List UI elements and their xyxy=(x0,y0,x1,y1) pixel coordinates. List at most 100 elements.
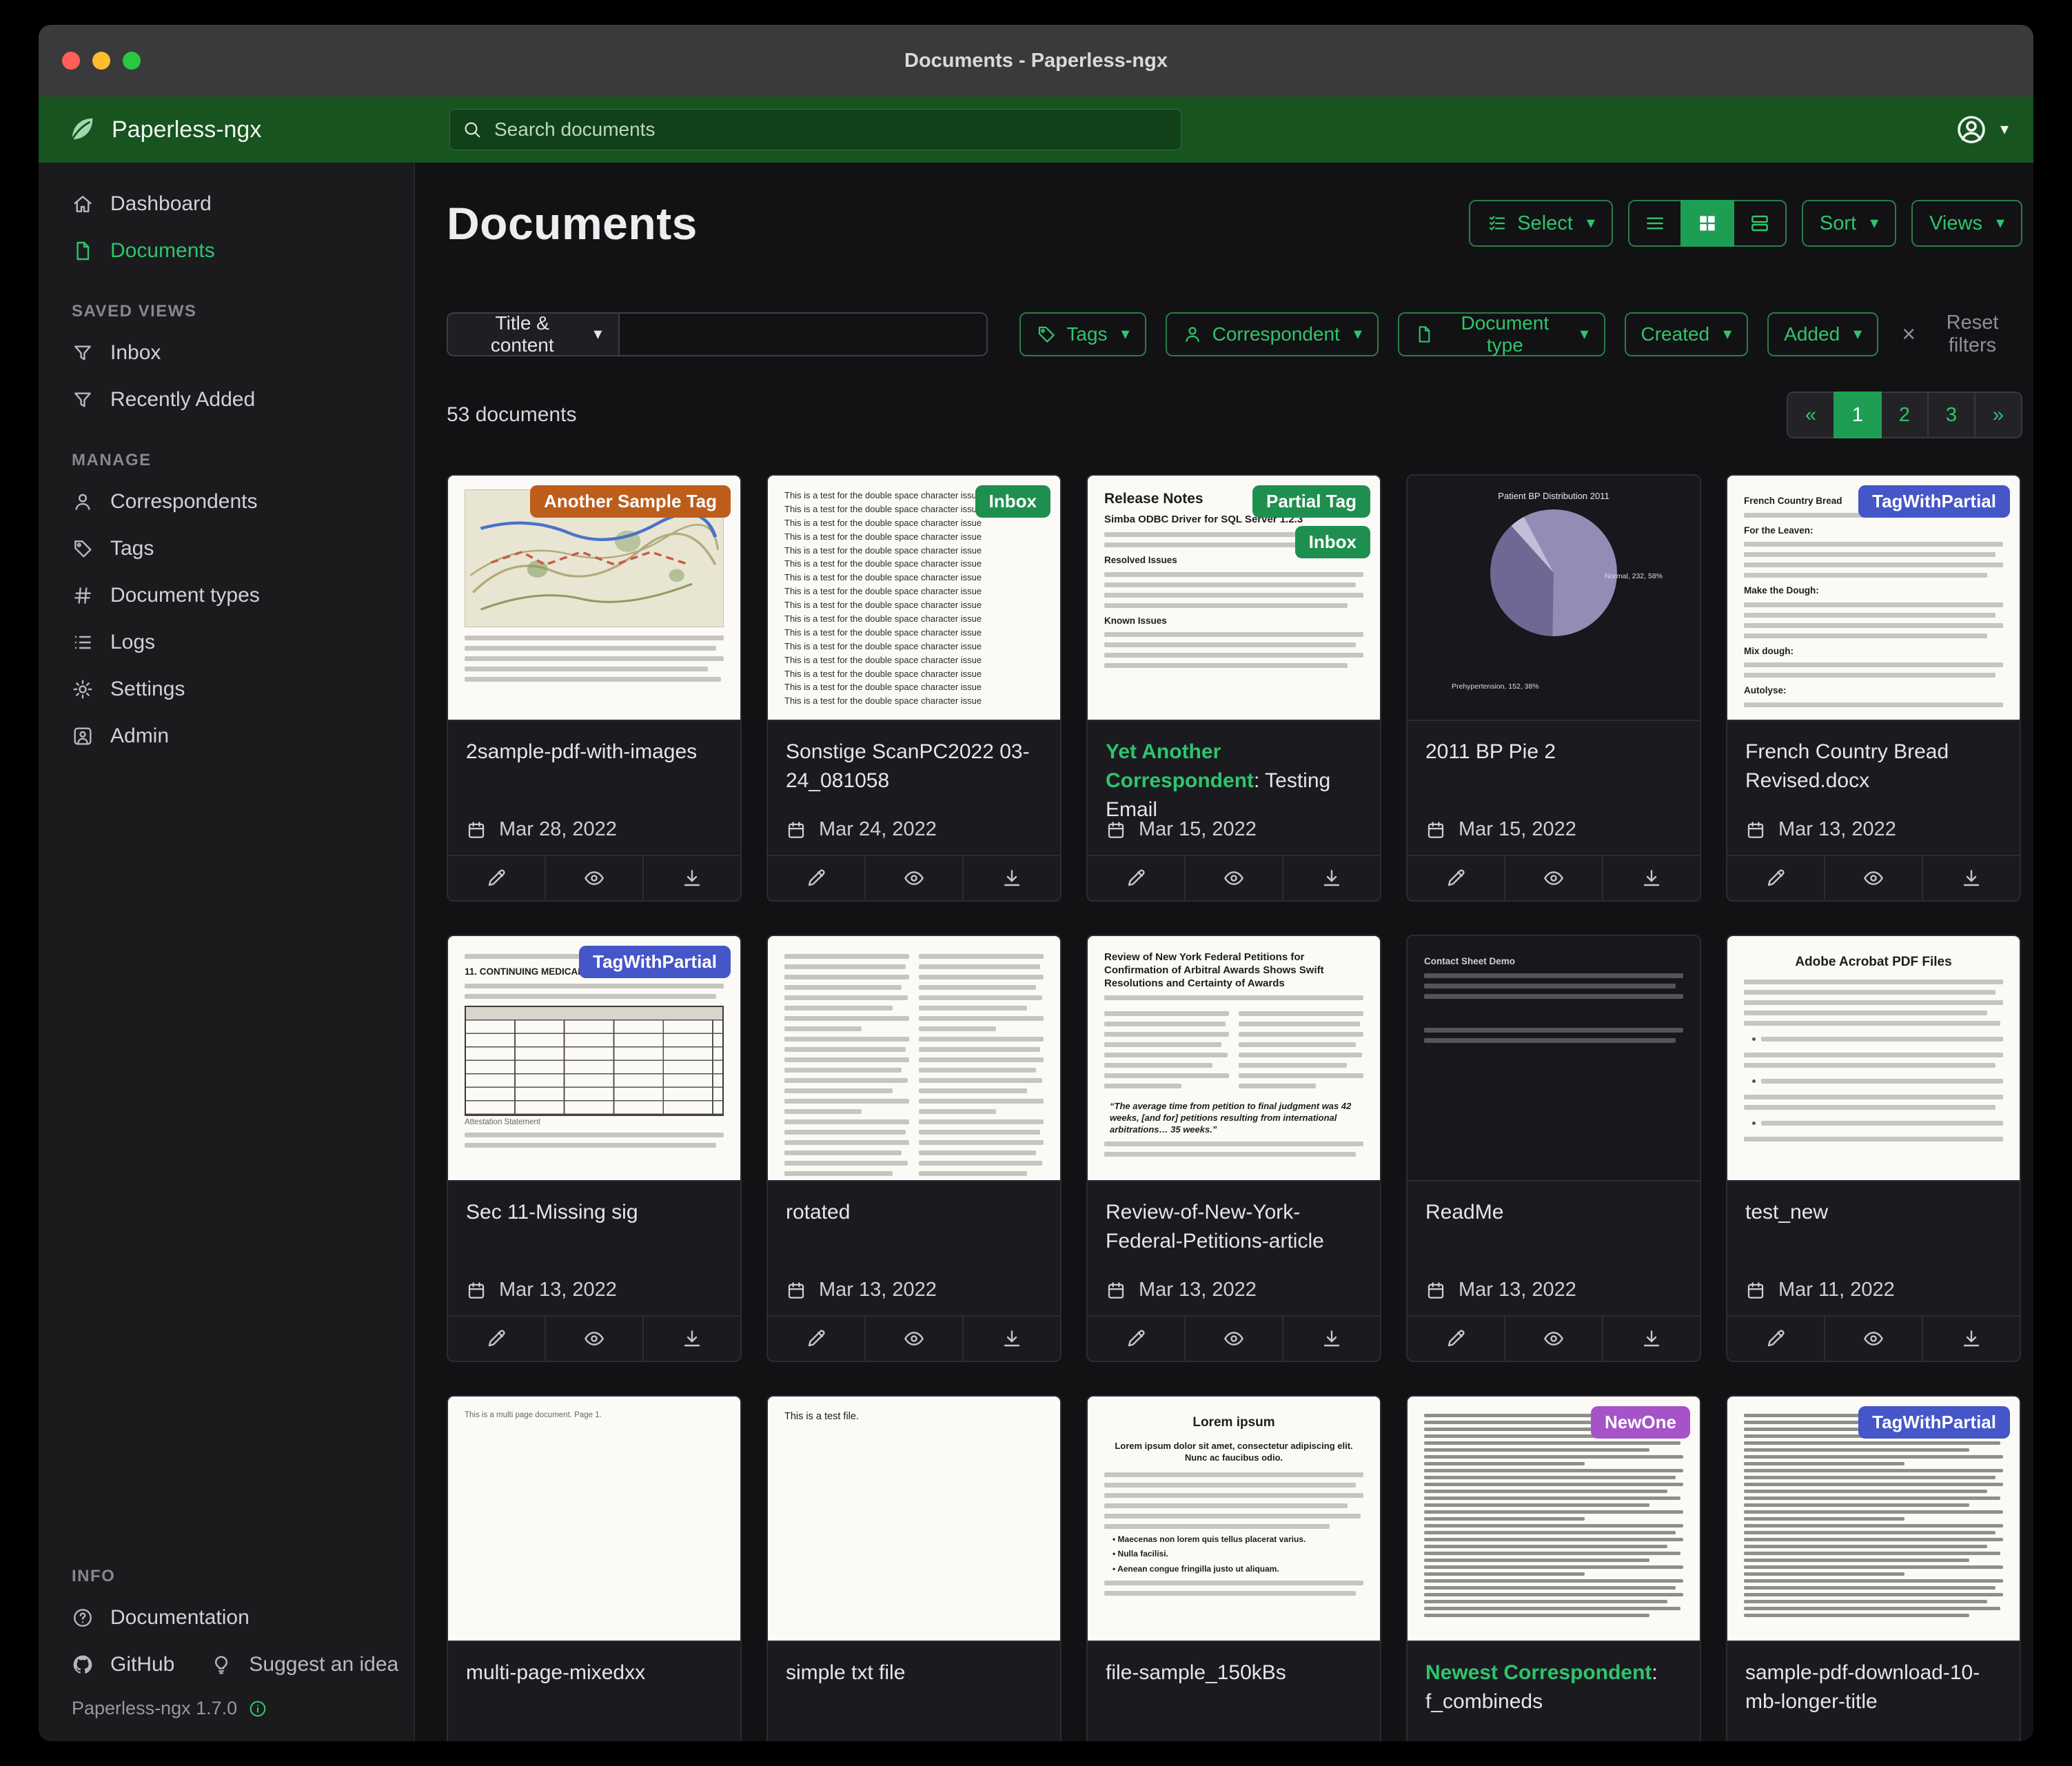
list-view-button[interactable] xyxy=(1628,200,1682,247)
added-filter-button[interactable]: Added ▾ xyxy=(1767,312,1878,356)
document-card[interactable]: Another Sample Tag 2sample-pdf-with-imag… xyxy=(447,474,742,902)
download-button[interactable] xyxy=(1282,1317,1380,1361)
document-title[interactable]: 2sample-pdf-with-images xyxy=(466,738,722,767)
document-card[interactable]: 11. CONTINUING MEDICAL EDUCATIONAttestat… xyxy=(447,935,742,1362)
document-title[interactable]: French Country Bread Revised.docx xyxy=(1745,738,2002,795)
view-button[interactable] xyxy=(545,856,642,900)
document-thumbnail[interactable]: Patient BP Distribution 2011Normal, 232,… xyxy=(1408,476,1700,721)
tag-badge[interactable]: TagWithPartial xyxy=(1858,1406,2010,1439)
edit-button[interactable] xyxy=(1408,856,1504,900)
document-thumbnail[interactable]: This is a test for the double space char… xyxy=(768,476,1060,721)
pagination-next[interactable]: » xyxy=(1974,392,2022,438)
document-card[interactable]: Release NotesSimba ODBC Driver for SQL S… xyxy=(1086,474,1381,902)
download-button[interactable] xyxy=(1922,1317,2020,1361)
document-thumbnail[interactable]: Review of New York Federal Petitions for… xyxy=(1088,936,1380,1181)
user-menu[interactable]: ▾ xyxy=(1955,97,2009,163)
pagination-page-1[interactable]: 1 xyxy=(1834,392,1882,438)
edit-button[interactable] xyxy=(768,856,864,900)
document-title[interactable]: Newest Correspondent: f_combineds xyxy=(1425,1658,1682,1716)
pagination-prev[interactable]: « xyxy=(1787,392,1835,438)
detail-view-button[interactable] xyxy=(1733,200,1787,247)
download-button[interactable] xyxy=(962,856,1060,900)
document-title[interactable]: test_new xyxy=(1745,1198,2002,1227)
download-button[interactable] xyxy=(1282,856,1380,900)
view-button[interactable] xyxy=(1824,856,1922,900)
document-title[interactable]: multi-page-mixedxx xyxy=(466,1658,722,1687)
search-input[interactable] xyxy=(449,109,1181,150)
document-thumbnail[interactable]: Release NotesSimba ODBC Driver for SQL S… xyxy=(1088,476,1380,721)
document-title[interactable]: Sec 11-Missing sig xyxy=(466,1198,722,1227)
document-title[interactable]: file-sample_150kBs xyxy=(1106,1658,1362,1687)
document-card[interactable]: This is a multi page document. Page 1. m… xyxy=(447,1395,742,1741)
document-thumbnail[interactable]: Another Sample Tag xyxy=(448,476,740,721)
app-brand[interactable]: Paperless-ngx xyxy=(66,114,261,145)
edit-button[interactable] xyxy=(768,1317,864,1361)
download-button[interactable] xyxy=(962,1317,1060,1361)
document-thumbnail[interactable]: TagWithPartial xyxy=(1727,1397,2020,1642)
sidebar-item-documents[interactable]: Documents xyxy=(39,227,414,274)
document-card[interactable]: TagWithPartial sample-pdf-download-10-mb… xyxy=(1726,1395,2021,1741)
view-button[interactable] xyxy=(864,856,962,900)
sidebar-item-correspondents[interactable]: Correspondents xyxy=(39,478,414,525)
tag-badge[interactable]: TagWithPartial xyxy=(579,946,731,978)
view-button[interactable] xyxy=(1184,1317,1282,1361)
document-card[interactable]: Patient BP Distribution 2011Normal, 232,… xyxy=(1406,474,1701,902)
select-button[interactable]: Select ▾ xyxy=(1469,200,1613,247)
reset-filters-button[interactable]: × Reset filters xyxy=(1902,312,2022,357)
document-card[interactable]: Adobe Acrobat PDF Files test_new Mar 11,… xyxy=(1726,935,2021,1362)
document-title[interactable]: sample-pdf-download-10-mb-longer-title xyxy=(1745,1658,2002,1716)
document-title[interactable]: simple txt file xyxy=(786,1658,1042,1687)
document-card[interactable]: Lorem ipsumLorem ipsum dolor sit amet, c… xyxy=(1086,1395,1381,1741)
sidebar-item-settings[interactable]: Settings xyxy=(39,666,414,713)
tag-badge[interactable]: TagWithPartial xyxy=(1858,485,2010,518)
document-type-filter-button[interactable]: Document type ▾ xyxy=(1398,312,1605,356)
zoom-window-button[interactable] xyxy=(123,52,141,70)
document-thumbnail[interactable]: Contact Sheet Demo xyxy=(1408,936,1700,1181)
minimize-window-button[interactable] xyxy=(92,52,110,70)
download-button[interactable] xyxy=(642,1317,740,1361)
document-title[interactable]: rotated xyxy=(786,1198,1042,1227)
correspondent-filter-button[interactable]: Correspondent ▾ xyxy=(1166,312,1379,356)
info-icon[interactable] xyxy=(248,1699,267,1718)
correspondent-link[interactable]: Yet Another Correspondent xyxy=(1106,740,1254,792)
tag-badge[interactable]: Inbox xyxy=(975,485,1050,518)
document-title[interactable]: Yet Another Correspondent: Testing Email xyxy=(1106,738,1362,824)
edit-button[interactable] xyxy=(448,856,545,900)
pagination-page-3[interactable]: 3 xyxy=(1927,392,1975,438)
document-thumbnail[interactable] xyxy=(768,936,1060,1181)
view-button[interactable] xyxy=(545,1317,642,1361)
view-button[interactable] xyxy=(1184,856,1282,900)
document-thumbnail[interactable]: This is a test file. xyxy=(768,1397,1060,1642)
view-button[interactable] xyxy=(1504,1317,1602,1361)
document-thumbnail[interactable]: Lorem ipsumLorem ipsum dolor sit amet, c… xyxy=(1088,1397,1380,1642)
document-title[interactable]: Review-of-New-York-Federal-Petitions-art… xyxy=(1106,1198,1362,1256)
document-card[interactable]: French Country BreadFor the Leaven:Make … xyxy=(1726,474,2021,902)
correspondent-link[interactable]: Newest Correspondent xyxy=(1425,1661,1652,1684)
document-thumbnail[interactable]: 11. CONTINUING MEDICAL EDUCATIONAttestat… xyxy=(448,936,740,1181)
edit-button[interactable] xyxy=(1727,1317,1824,1361)
tag-badge[interactable]: Another Sample Tag xyxy=(530,485,731,518)
tag-badge[interactable]: NewOne xyxy=(1591,1406,1690,1439)
view-button[interactable] xyxy=(864,1317,962,1361)
download-button[interactable] xyxy=(1602,1317,1700,1361)
document-thumbnail[interactable]: French Country BreadFor the Leaven:Make … xyxy=(1727,476,2020,721)
document-card[interactable]: Review of New York Federal Petitions for… xyxy=(1086,935,1381,1362)
created-filter-button[interactable]: Created ▾ xyxy=(1625,312,1749,356)
document-card[interactable]: rotated Mar 13, 2022 xyxy=(766,935,1062,1362)
edit-button[interactable] xyxy=(1408,1317,1504,1361)
document-thumbnail[interactable]: This is a multi page document. Page 1. xyxy=(448,1397,740,1642)
sidebar-item-tags[interactable]: Tags xyxy=(39,525,414,572)
title-content-filter-input[interactable] xyxy=(620,312,988,356)
edit-button[interactable] xyxy=(1727,856,1824,900)
title-content-filter-button[interactable]: Title & content ▾ xyxy=(447,312,620,356)
sidebar-item-inbox[interactable]: Inbox xyxy=(39,329,414,376)
view-button[interactable] xyxy=(1824,1317,1922,1361)
document-title[interactable]: Sonstige ScanPC2022 03-24_081058 xyxy=(786,738,1042,795)
sidebar-item-logs[interactable]: Logs xyxy=(39,619,414,666)
sidebar-item-document-types[interactable]: Document types xyxy=(39,572,414,619)
document-card[interactable]: NewOne Newest Correspondent: f_combineds xyxy=(1406,1395,1701,1741)
document-title[interactable]: 2011 BP Pie 2 xyxy=(1425,738,1682,767)
tags-filter-button[interactable]: Tags ▾ xyxy=(1019,312,1146,356)
document-thumbnail[interactable]: Adobe Acrobat PDF Files xyxy=(1727,936,2020,1181)
edit-button[interactable] xyxy=(448,1317,545,1361)
